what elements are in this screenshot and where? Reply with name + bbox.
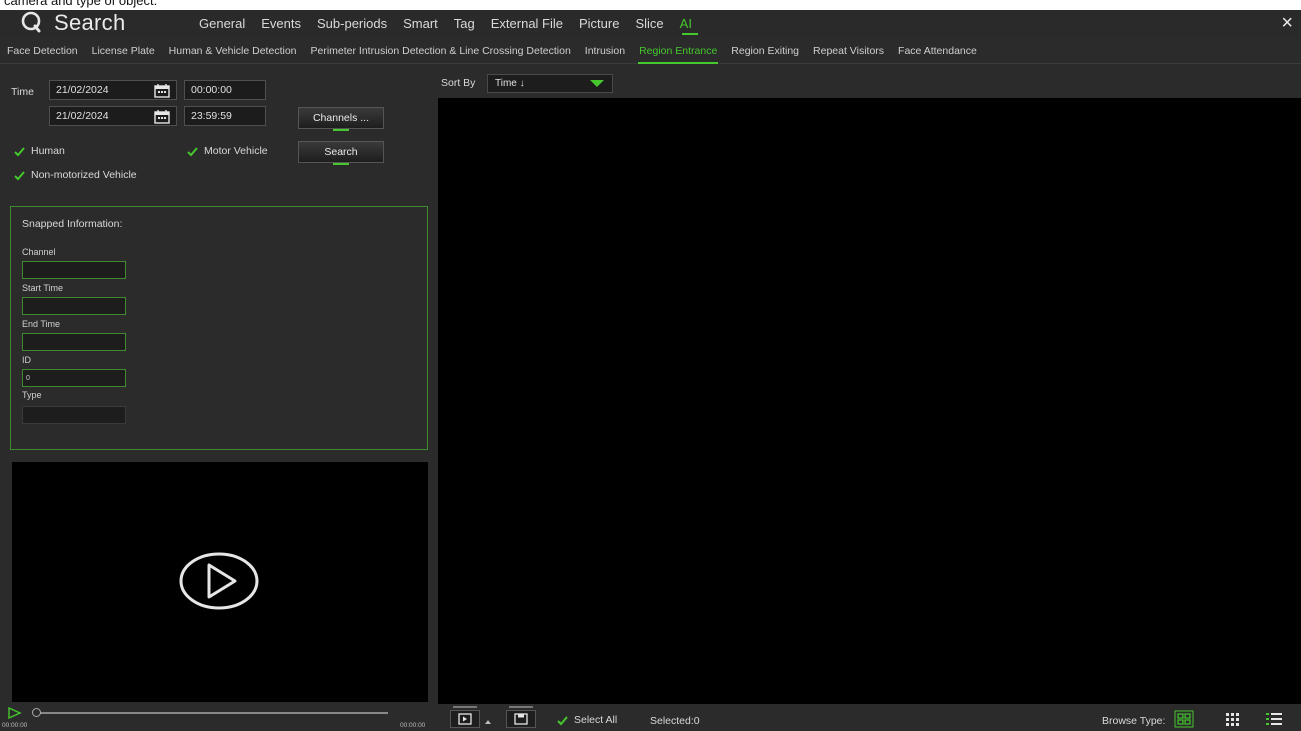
sub-tabs: Face Detection License Plate Human & Veh… (0, 38, 984, 64)
grid-view-icon[interactable] (1174, 710, 1194, 728)
search-button[interactable]: Search (298, 141, 384, 165)
human-checkbox[interactable]: Human (14, 145, 65, 157)
end-date-field[interactable]: 21/02/2024 (49, 106, 177, 126)
subtab-face-attendance[interactable]: Face Attendance (891, 38, 984, 64)
sort-by-value: Time ↓ (495, 78, 525, 89)
video-preview (12, 462, 428, 702)
non-motorized-label: Non-motorized Vehicle (31, 169, 137, 181)
playback-start-time: 00:00:00 (2, 722, 28, 729)
tab-slice[interactable]: Slice (627, 10, 671, 36)
list-view-icon[interactable] (1264, 710, 1284, 728)
snapped-info-panel: Snapped Information: Channel Start Time … (10, 206, 428, 450)
check-icon (187, 146, 198, 157)
results-toolbar: Select All Selected:0 Browse Type: (438, 705, 1301, 731)
channels-button[interactable]: Channels ... (298, 107, 384, 131)
page-title: Search (54, 10, 126, 35)
subtab-intrusion[interactable]: Intrusion (578, 38, 632, 64)
tab-external-file[interactable]: External File (483, 10, 571, 36)
non-motorized-checkbox[interactable]: Non-motorized Vehicle (14, 169, 137, 181)
check-icon (14, 146, 25, 157)
sort-by-select[interactable]: Time ↓ (487, 74, 613, 93)
tab-events[interactable]: Events (253, 10, 309, 36)
channel-label: Channel (22, 247, 56, 257)
snapped-info-title: Snapped Information: (22, 218, 123, 230)
title-bar: Search General Events Sub-periods Smart … (0, 10, 1301, 36)
calendar-icon[interactable] (154, 109, 170, 124)
play-icon (458, 713, 472, 725)
tab-picture[interactable]: Picture (571, 10, 627, 36)
subtab-repeat-visitors[interactable]: Repeat Visitors (806, 38, 891, 64)
sub-tab-bar: Face Detection License Plate Human & Veh… (0, 38, 1301, 64)
start-time-value: 00:00:00 (191, 84, 232, 96)
tab-general[interactable]: General (191, 10, 253, 36)
check-icon (14, 170, 25, 181)
playback-bar: 00:00:00 00:00:00 (0, 705, 432, 731)
selected-count: Selected:0 (650, 715, 700, 727)
end-time-label: End Time (22, 319, 61, 329)
playback-selected-button[interactable] (450, 706, 480, 728)
time-label: Time (11, 86, 34, 98)
tab-smart[interactable]: Smart (395, 10, 446, 36)
type-label: Type (22, 390, 42, 400)
motor-vehicle-checkbox[interactable]: Motor Vehicle (187, 145, 268, 157)
search-icon (20, 11, 44, 35)
start-date-field[interactable]: 21/02/2024 (49, 80, 177, 100)
type-field (22, 406, 126, 424)
save-icon (514, 713, 528, 725)
end-date-value: 21/02/2024 (56, 110, 109, 122)
id-field: 0 (22, 369, 126, 387)
motor-vehicle-label: Motor Vehicle (204, 145, 268, 157)
tab-ai[interactable]: AI (672, 10, 700, 36)
human-label: Human (31, 145, 65, 157)
subtab-face-detection[interactable]: Face Detection (0, 38, 85, 64)
select-all-label: Select All (574, 714, 618, 726)
filter-panel: Time 21/02/2024 00:00:00 21/02/2024 23:5… (0, 66, 432, 706)
subtab-license-plate[interactable]: License Plate (85, 38, 162, 64)
channel-field (22, 261, 126, 279)
start-time-label: Start Time (22, 283, 64, 293)
app-title: Search (20, 10, 126, 36)
end-time-field[interactable]: 23:59:59 (184, 106, 266, 126)
subtab-perimeter-intrusion[interactable]: Perimeter Intrusion Detection & Line Cro… (304, 38, 578, 64)
subtab-region-exiting[interactable]: Region Exiting (724, 38, 806, 64)
playback-end-time: 00:00:00 (400, 722, 426, 729)
browse-type-label: Browse Type: (1102, 715, 1166, 727)
playback-progress-knob[interactable] (32, 708, 41, 717)
caption-strip: camera and type of object. (0, 0, 1301, 10)
detail-list-view-icon[interactable] (1223, 710, 1243, 728)
playback-progress-track[interactable] (36, 712, 388, 714)
sort-by-label: Sort By (441, 77, 476, 89)
backup-selected-button[interactable] (506, 706, 536, 728)
chevron-down-icon[interactable] (582, 75, 612, 92)
check-icon (557, 715, 568, 726)
id-label: ID (22, 355, 31, 365)
caption-text: camera and type of object. (4, 0, 158, 8)
start-time-field[interactable]: 00:00:00 (184, 80, 266, 100)
play-icon[interactable] (178, 551, 260, 611)
start-date-value: 21/02/2024 (56, 84, 109, 96)
end-time-value: 23:59:59 (191, 110, 232, 122)
calendar-icon[interactable] (154, 83, 170, 98)
play-icon[interactable] (8, 706, 22, 720)
select-all-checkbox[interactable]: Select All (557, 714, 617, 726)
tab-tag[interactable]: Tag (446, 10, 483, 36)
start-time-info-field (22, 297, 126, 315)
end-time-info-field (22, 333, 126, 351)
tab-sub-periods[interactable]: Sub-periods (309, 10, 395, 36)
subtab-region-entrance[interactable]: Region Entrance (632, 38, 724, 64)
main-tabs: General Events Sub-periods Smart Tag Ext… (191, 10, 700, 36)
close-icon[interactable]: × (1281, 12, 1293, 35)
subtab-human-vehicle-detection[interactable]: Human & Vehicle Detection (162, 38, 304, 64)
chevron-up-icon[interactable] (484, 713, 492, 724)
results-grid (438, 98, 1301, 704)
